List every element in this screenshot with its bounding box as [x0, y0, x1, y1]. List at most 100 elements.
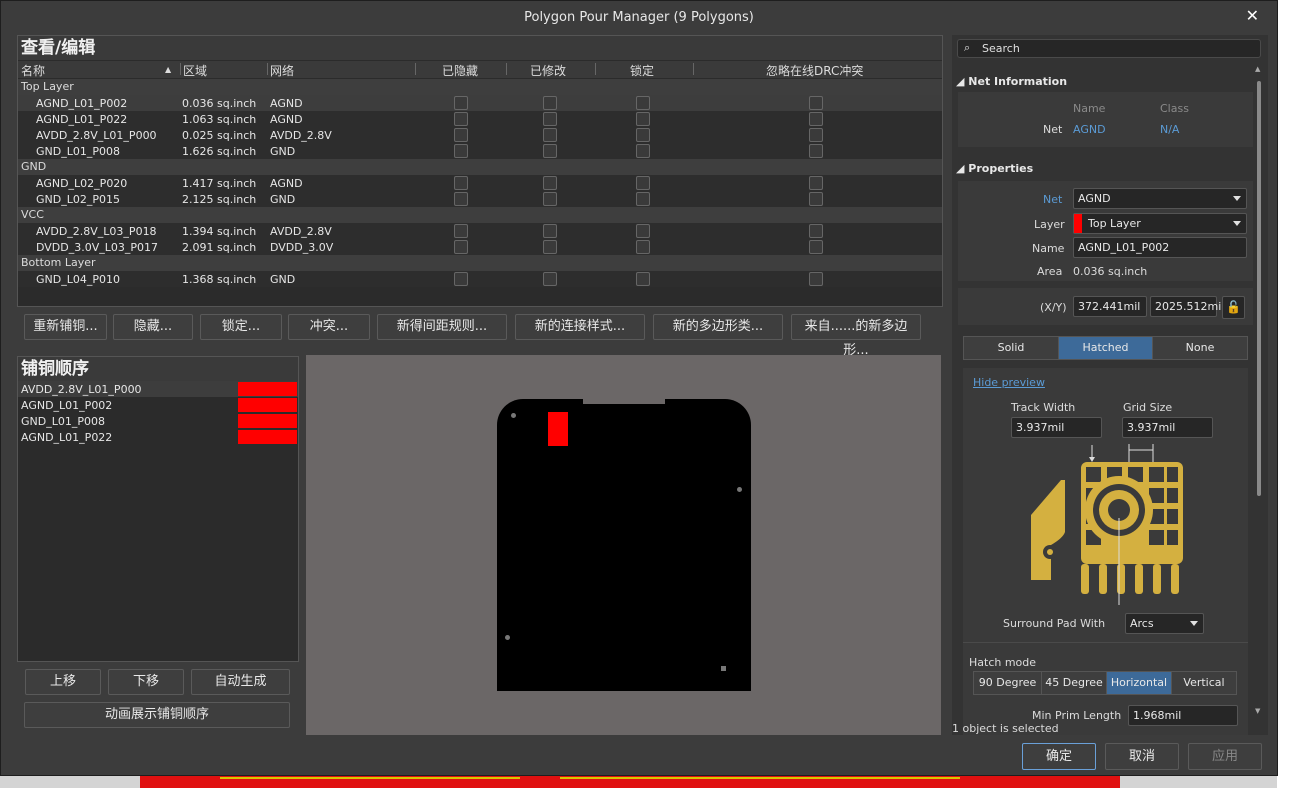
locked-checkbox[interactable]: [636, 272, 650, 286]
locked-checkbox[interactable]: [636, 224, 650, 238]
modified-checkbox[interactable]: [543, 272, 557, 286]
ignore-drc-checkbox[interactable]: [809, 192, 823, 206]
table-row[interactable]: AGND_L01_P002 0.036 sq.inch AGND: [18, 95, 942, 111]
modified-checkbox[interactable]: [543, 224, 557, 238]
col-locked[interactable]: 锁定: [630, 62, 654, 79]
col-name[interactable]: 名称: [21, 62, 45, 79]
grid-size-field[interactable]: 3.937mil: [1122, 417, 1213, 438]
layer-select[interactable]: Top Layer: [1073, 213, 1247, 234]
animate-pour-order-button[interactable]: 动画展示铺铜顺序: [24, 702, 290, 728]
modified-checkbox[interactable]: [543, 128, 557, 142]
move-down-button[interactable]: 下移: [108, 669, 184, 695]
modified-checkbox[interactable]: [543, 96, 557, 110]
col-area[interactable]: 区域: [183, 62, 207, 79]
table-row[interactable]: AVDD_2.8V_L03_P018 1.394 sq.inch AVDD_2.…: [18, 223, 942, 239]
hide-button[interactable]: 隐藏...: [113, 314, 193, 340]
hidden-checkbox[interactable]: [454, 176, 468, 190]
repour-button[interactable]: 重新铺铜...: [24, 314, 107, 340]
move-up-button[interactable]: 上移: [25, 669, 101, 695]
new-polygon-from-button[interactable]: 来自......的新多边形...: [791, 314, 921, 358]
fill-mode-hatched[interactable]: Hatched: [1058, 336, 1153, 360]
hidden-checkbox[interactable]: [454, 240, 468, 254]
hidden-checkbox[interactable]: [454, 128, 468, 142]
fill-mode-solid[interactable]: Solid: [963, 336, 1059, 360]
table-row[interactable]: AGND_L02_P020 1.417 sq.inch AGND: [18, 175, 942, 191]
x-field[interactable]: 372.441mil: [1073, 296, 1147, 317]
ignore-drc-checkbox[interactable]: [809, 112, 823, 126]
hidden-checkbox[interactable]: [454, 144, 468, 158]
lock-icon[interactable]: 🔓: [1222, 296, 1245, 319]
group-row[interactable]: VCC: [18, 207, 942, 223]
new-polygon-class-button[interactable]: 新的多边形类...: [653, 314, 783, 340]
modified-checkbox[interactable]: [543, 176, 557, 190]
col-net[interactable]: 网络: [270, 62, 294, 79]
hatch-mode-horizontal[interactable]: Horizontal: [1106, 671, 1172, 695]
locked-checkbox[interactable]: [636, 144, 650, 158]
hidden-checkbox[interactable]: [454, 272, 468, 286]
track-width-field[interactable]: 3.937mil: [1011, 417, 1102, 438]
table-row[interactable]: GND_L04_P010 1.368 sq.inch GND: [18, 271, 942, 287]
properties-header[interactable]: ◢ Properties: [956, 162, 1033, 175]
violations-button[interactable]: 冲突...: [288, 314, 370, 340]
ignore-drc-checkbox[interactable]: [809, 144, 823, 158]
hide-preview-link[interactable]: Hide preview: [973, 376, 1045, 389]
lock-button[interactable]: 锁定...: [200, 314, 282, 340]
auto-generate-button[interactable]: 自动生成: [191, 669, 290, 695]
hidden-checkbox[interactable]: [454, 224, 468, 238]
ignore-drc-checkbox[interactable]: [809, 176, 823, 190]
table-row[interactable]: AVDD_2.8V_L01_P000 0.025 sq.inch AVDD_2.…: [18, 127, 942, 143]
close-icon[interactable]: ✕: [1246, 6, 1259, 25]
hidden-checkbox[interactable]: [454, 192, 468, 206]
group-row[interactable]: Top Layer: [18, 79, 942, 95]
name-field[interactable]: AGND_L01_P002: [1073, 237, 1247, 258]
cancel-button[interactable]: 取消: [1105, 743, 1179, 770]
group-row[interactable]: GND: [18, 159, 942, 175]
list-item[interactable]: GND_L01_P008: [18, 413, 298, 429]
search-input[interactable]: ⌕ Search: [957, 39, 1261, 58]
modified-checkbox[interactable]: [543, 240, 557, 254]
modified-checkbox[interactable]: [543, 112, 557, 126]
ignore-drc-checkbox[interactable]: [809, 272, 823, 286]
list-item[interactable]: AVDD_2.8V_L01_P000: [18, 381, 298, 397]
modified-checkbox[interactable]: [543, 192, 557, 206]
table-row[interactable]: DVDD_3.0V_L03_P017 2.091 sq.inch DVDD_3.…: [18, 239, 942, 255]
col-ignore-drc[interactable]: 忽略在线DRC冲突: [766, 62, 863, 79]
col-hidden[interactable]: 已隐藏: [442, 62, 478, 79]
ignore-drc-checkbox[interactable]: [809, 96, 823, 110]
locked-checkbox[interactable]: [636, 176, 650, 190]
list-item[interactable]: AGND_L01_P002: [18, 397, 298, 413]
new-clearance-rule-button[interactable]: 新得间距规则...: [377, 314, 507, 340]
net-link[interactable]: AGND: [1073, 123, 1106, 136]
locked-checkbox[interactable]: [636, 192, 650, 206]
y-field[interactable]: 2025.512mi: [1150, 296, 1221, 317]
table-row[interactable]: GND_L01_P008 1.626 sq.inch GND: [18, 143, 942, 159]
col-modified[interactable]: 已修改: [530, 62, 566, 79]
fill-mode-none[interactable]: None: [1152, 336, 1248, 360]
polygon-preview[interactable]: [306, 355, 941, 735]
sort-asc-icon[interactable]: ▲: [165, 65, 171, 74]
locked-checkbox[interactable]: [636, 96, 650, 110]
apply-button[interactable]: 应用: [1188, 743, 1262, 770]
properties-scrollbar[interactable]: ▲ ▼: [1255, 65, 1263, 716]
locked-checkbox[interactable]: [636, 128, 650, 142]
surround-pad-select[interactable]: Arcs: [1125, 613, 1204, 634]
hatch-mode-45[interactable]: 45 Degree: [1041, 671, 1107, 695]
ignore-drc-checkbox[interactable]: [809, 224, 823, 238]
hidden-checkbox[interactable]: [454, 96, 468, 110]
class-link[interactable]: N/A: [1160, 123, 1179, 136]
net-info-header[interactable]: ◢ Net Information: [956, 75, 1067, 88]
ok-button[interactable]: 确定: [1022, 743, 1096, 770]
hatch-mode-vertical[interactable]: Vertical: [1171, 671, 1237, 695]
table-row[interactable]: AGND_L01_P022 1.063 sq.inch AGND: [18, 111, 942, 127]
list-item[interactable]: AGND_L01_P022: [18, 429, 298, 445]
table-row[interactable]: GND_L02_P015 2.125 sq.inch GND: [18, 191, 942, 207]
group-row[interactable]: Bottom Layer: [18, 255, 942, 271]
min-prim-length-field[interactable]: 1.968mil: [1128, 705, 1238, 726]
new-connect-style-button[interactable]: 新的连接样式...: [515, 314, 645, 340]
locked-checkbox[interactable]: [636, 240, 650, 254]
locked-checkbox[interactable]: [636, 112, 650, 126]
ignore-drc-checkbox[interactable]: [809, 128, 823, 142]
net-select[interactable]: AGND: [1073, 188, 1247, 209]
ignore-drc-checkbox[interactable]: [809, 240, 823, 254]
hidden-checkbox[interactable]: [454, 112, 468, 126]
